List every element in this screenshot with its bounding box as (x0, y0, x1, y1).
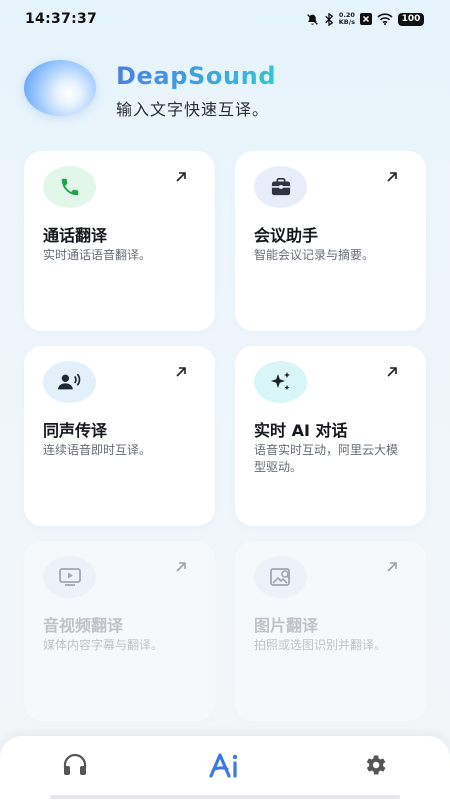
ai-icon (209, 753, 238, 778)
card-image-translation[interactable]: 图片翻译 拍照或选图识别并翻译。 (235, 541, 426, 721)
card-title: 实时 AI 对话 (254, 421, 348, 440)
sparkle-icon (254, 361, 307, 403)
headphones-icon (63, 753, 87, 775)
arrow-up-right-icon (176, 172, 186, 182)
app-title: DeapSound (116, 62, 277, 90)
card-call-translation[interactable]: 通话翻译 实时通话语音翻译。 (24, 151, 215, 331)
phone-icon (43, 166, 96, 208)
card-description: 连续语音即时互译。 (43, 443, 152, 457)
app-tagline: 输入文字快速互译。 (116, 100, 270, 119)
net-speed-unit: KB/s (338, 18, 355, 26)
status-bar: 14:37:37 0.20 KB/s 100 (0, 0, 450, 38)
card-description: 拍照或选图识别并翻译。 (254, 638, 387, 652)
status-time: 14:37:37 (25, 11, 98, 27)
net-speed: 0.20 KB/s (339, 12, 355, 26)
card-description: 实时通话语音翻译。 (43, 248, 152, 262)
card-av-translation[interactable]: 音视频翻译 媒体内容字幕与翻译。 (24, 541, 215, 721)
card-description: 语音实时互动，阿里云大模型驱动。 (254, 443, 399, 474)
arrow-up-right-icon (387, 367, 397, 377)
gear-icon (366, 755, 386, 775)
card-description: 智能会议记录与摘要。 (254, 248, 375, 262)
card-title: 会议助手 (254, 226, 319, 245)
nav-ai[interactable] (208, 750, 242, 780)
card-meeting-assistant[interactable]: 会议助手 智能会议记录与摘要。 (235, 151, 426, 331)
arrow-up-right-icon (176, 562, 186, 572)
card-realtime-ai-chat[interactable]: 实时 AI 对话 语音实时互动，阿里云大模型驱动。 (235, 346, 426, 526)
card-description: 媒体内容字幕与翻译。 (43, 638, 164, 652)
image-search-icon (254, 556, 307, 598)
status-icons: 0.20 KB/s 100 (306, 12, 424, 26)
mute-icon (306, 13, 319, 26)
battery-icon: 100 (398, 12, 424, 26)
card-title: 图片翻译 (254, 616, 319, 635)
nav-headphones[interactable] (58, 750, 92, 780)
nav-settings[interactable] (358, 750, 392, 780)
home-indicator (50, 795, 400, 799)
bottom-nav (0, 736, 450, 800)
arrow-up-right-icon (387, 172, 397, 182)
sim-off-icon (360, 13, 372, 25)
wifi-icon (377, 13, 393, 25)
arrow-up-right-icon (387, 562, 397, 572)
video-icon (43, 556, 96, 598)
card-title: 音视频翻译 (43, 616, 124, 635)
bluetooth-icon (324, 12, 334, 26)
app-logo-orb (24, 60, 96, 116)
arrow-up-right-icon (176, 367, 186, 377)
card-title: 同声传译 (43, 421, 108, 440)
speaker-person-icon (43, 361, 96, 403)
header: DeapSound 输入文字快速互译。 (24, 58, 424, 120)
card-title: 通话翻译 (43, 226, 108, 245)
card-simultaneous-interpretation[interactable]: 同声传译 连续语音即时互译。 (24, 346, 215, 526)
briefcase-icon (254, 166, 307, 208)
